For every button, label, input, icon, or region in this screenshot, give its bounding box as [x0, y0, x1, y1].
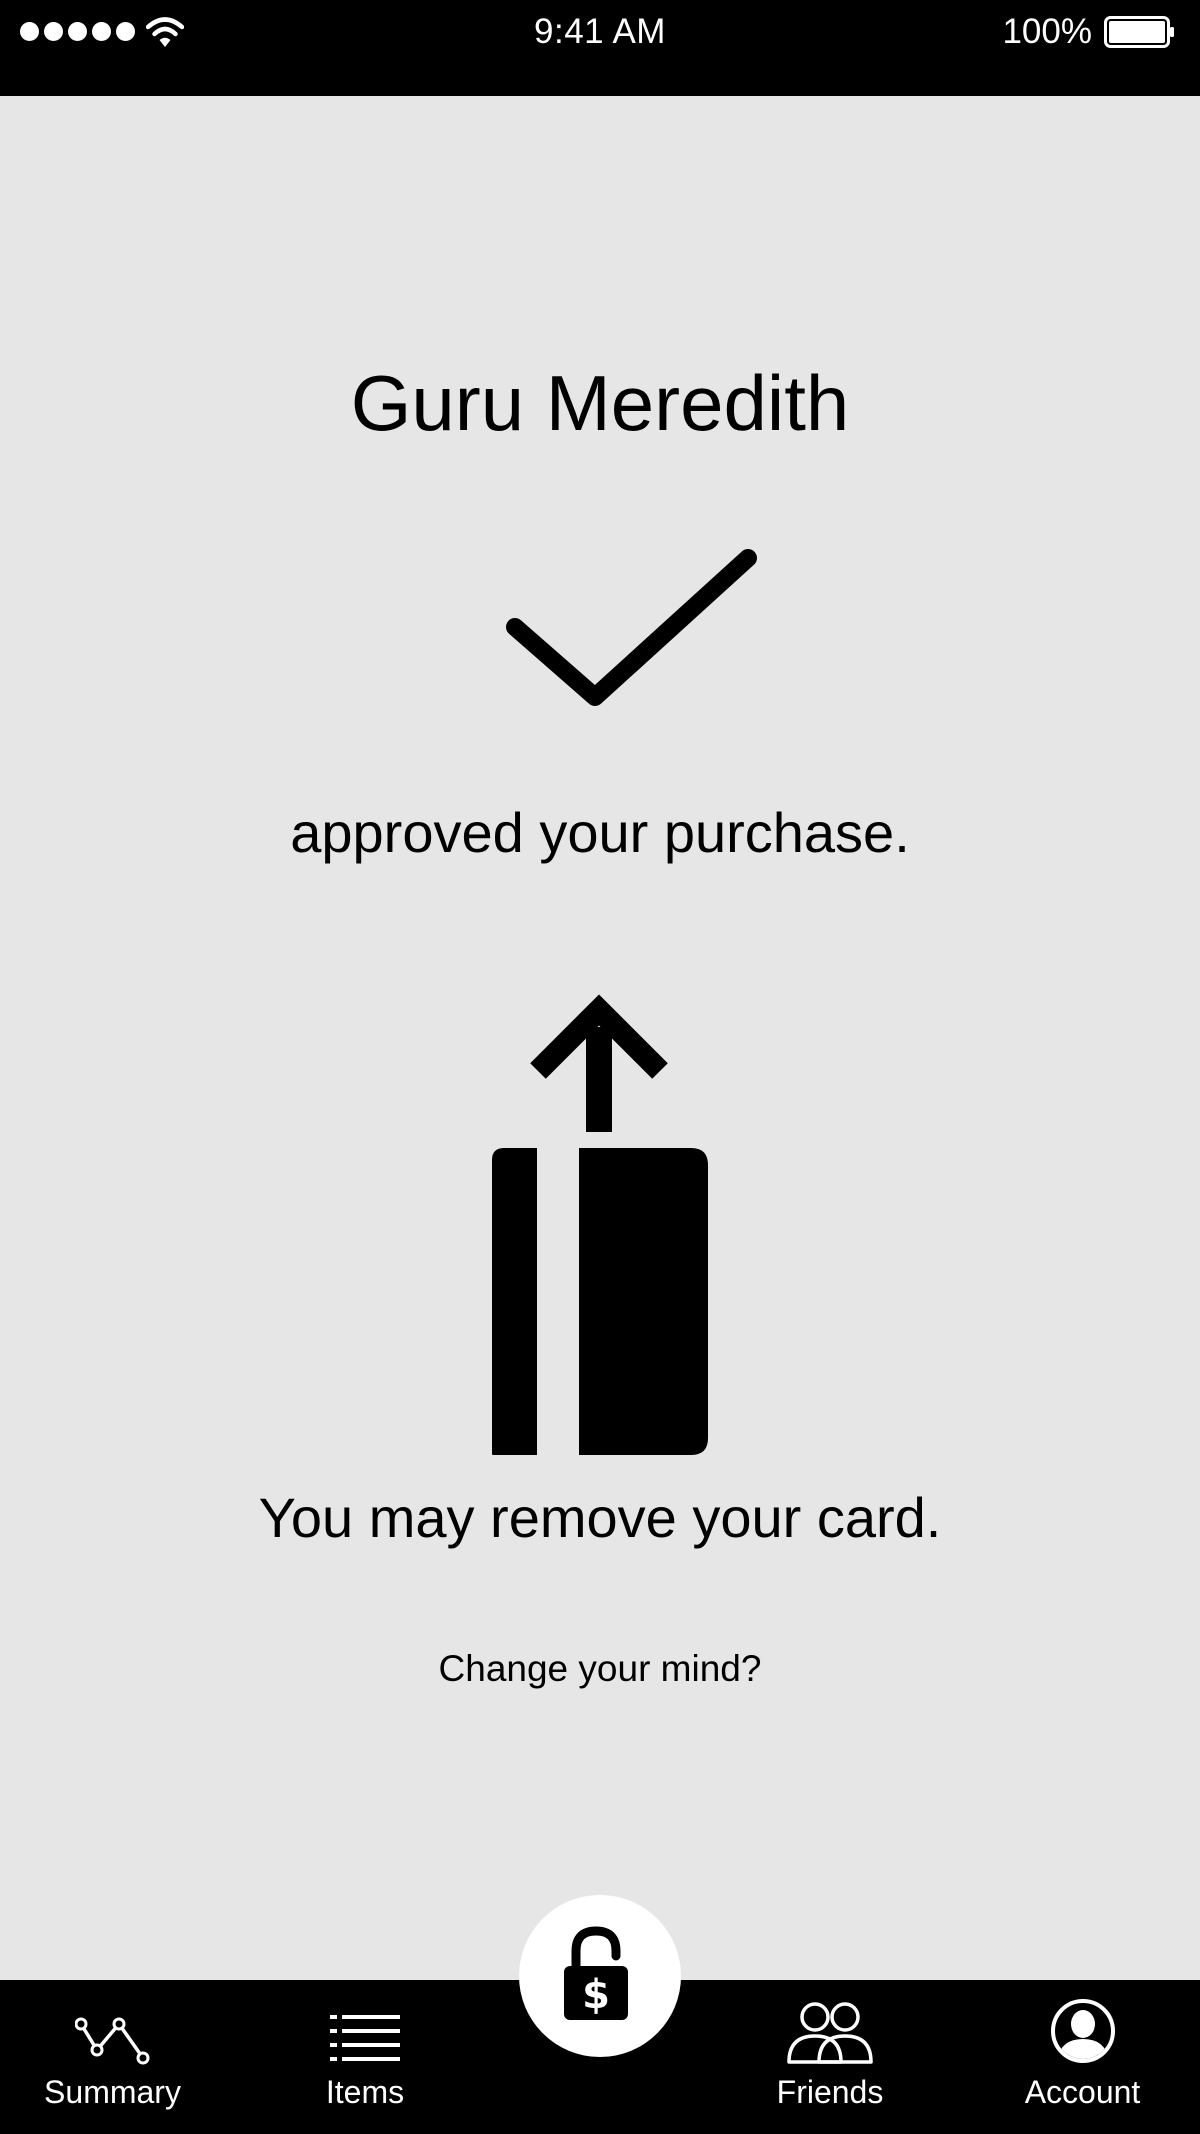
tab-summary-label: Summary: [44, 2074, 181, 2110]
tab-summary[interactable]: Summary: [20, 1980, 205, 2134]
status-bar: 9:41 AM 100%: [0, 0, 1200, 96]
tab-items[interactable]: Items: [290, 1980, 440, 2134]
tab-friends-label: Friends: [776, 2074, 884, 2110]
approver-name: Guru Meredith: [350, 359, 850, 447]
account-icon: [1050, 1999, 1115, 2063]
friends-icon: [787, 2002, 873, 2064]
remove-card-message: You may remove your card.: [258, 1486, 942, 1549]
battery-full-icon: [1104, 16, 1174, 48]
battery-percentage: 100%: [1002, 12, 1092, 51]
approval-message: approved your purchase.: [290, 801, 910, 864]
list-icon: [330, 2015, 400, 2061]
tab-account-label: Account: [1024, 2074, 1141, 2110]
tab-friends[interactable]: Friends: [760, 1980, 900, 2134]
change-mind-link[interactable]: Change your mind?: [0, 1645, 1200, 1693]
svg-text:$: $: [582, 1972, 610, 2018]
checkmark-icon: [506, 549, 757, 706]
tab-account[interactable]: Account: [1000, 1980, 1165, 2134]
trend-line-icon: [74, 2017, 149, 2065]
tab-items-label: Items: [325, 2074, 405, 2110]
unlocked-padlock-dollar-icon: $: [564, 1926, 628, 2020]
remove-card-icon: [492, 994, 708, 1455]
unlock-pay-button[interactable]: $: [519, 1895, 681, 2057]
